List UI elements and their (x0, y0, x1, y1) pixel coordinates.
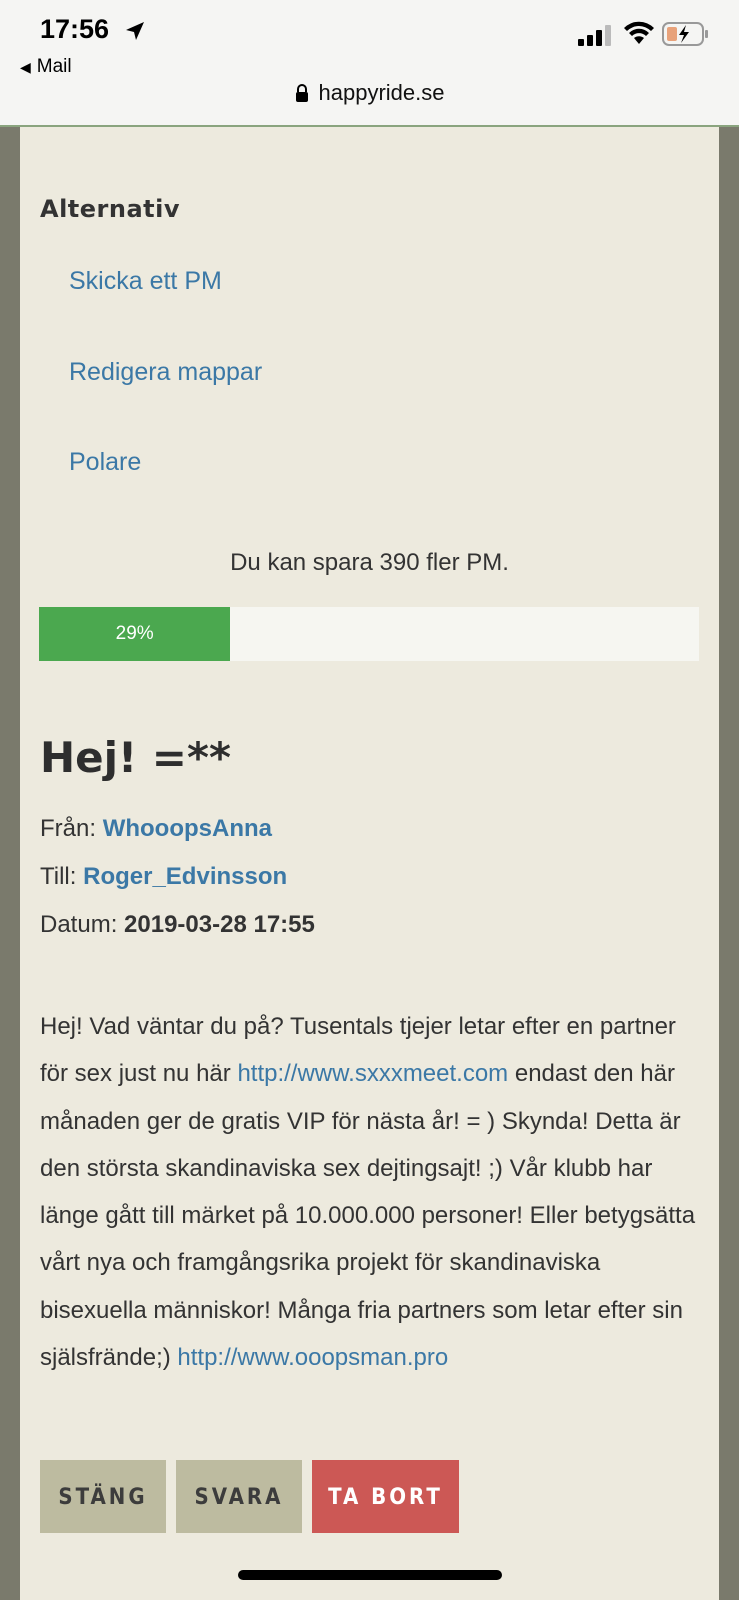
quota-text: Du kan spara 390 fler PM. (230, 549, 509, 576)
message-subject: Hej! =** (40, 733, 231, 782)
address-bar[interactable]: happyride.se (0, 80, 739, 106)
sender-link[interactable]: WhooopsAnna (103, 815, 272, 842)
home-indicator[interactable] (238, 1570, 502, 1580)
back-arrow-icon: ◀ (20, 59, 31, 75)
url-text: happyride.se (318, 80, 445, 105)
battery-charging-icon (662, 22, 708, 46)
wifi-icon (624, 21, 654, 44)
content-panel: Alternativ Skicka ett PM Redigera mappar… (20, 127, 719, 1600)
from-label: Från: (40, 815, 97, 842)
reply-button[interactable]: SVARA (176, 1460, 302, 1533)
body-text-2: endast den här månaden ger de gratis VIP… (40, 1060, 696, 1372)
status-time: 17:56 (40, 14, 110, 44)
back-label: Mail (36, 56, 72, 77)
progress-fill: 29% (39, 607, 231, 661)
message-date: Datum: 2019-03-28 17:55 (40, 911, 315, 939)
lock-icon (295, 84, 308, 102)
date-value: 2019-03-28 17:55 (124, 911, 315, 938)
message-from: Från: WhooopsAnna (40, 815, 272, 843)
to-label: Till: (40, 863, 77, 890)
close-button[interactable]: STÄNG (40, 1460, 166, 1533)
back-to-mail-link[interactable]: ◀ Mail (20, 56, 72, 78)
body-link-1[interactable]: http://www.sxxxmeet.com (237, 1060, 508, 1087)
location-arrow-icon (126, 22, 144, 40)
friends-link[interactable]: Polare (69, 448, 141, 477)
date-label: Datum: (40, 911, 118, 938)
message-body: Hej! Vad väntar du på? Tusentals tjejer … (40, 1003, 705, 1381)
edit-folders-link[interactable]: Redigera mappar (69, 358, 262, 387)
storage-progress-bar: 29% (39, 607, 699, 661)
browser-chrome: 17:56 ◀ Mail happyride.se (0, 0, 739, 127)
send-pm-link[interactable]: Skicka ett PM (69, 267, 222, 296)
cellular-signal-icon (578, 25, 611, 46)
recipient-link[interactable]: Roger_Edvinsson (83, 863, 287, 890)
delete-button[interactable]: TA BORT (312, 1460, 459, 1533)
options-heading: Alternativ (40, 195, 181, 223)
message-to: Till: Roger_Edvinsson (40, 863, 287, 891)
body-link-2[interactable]: http://www.ooopsman.pro (177, 1344, 448, 1371)
